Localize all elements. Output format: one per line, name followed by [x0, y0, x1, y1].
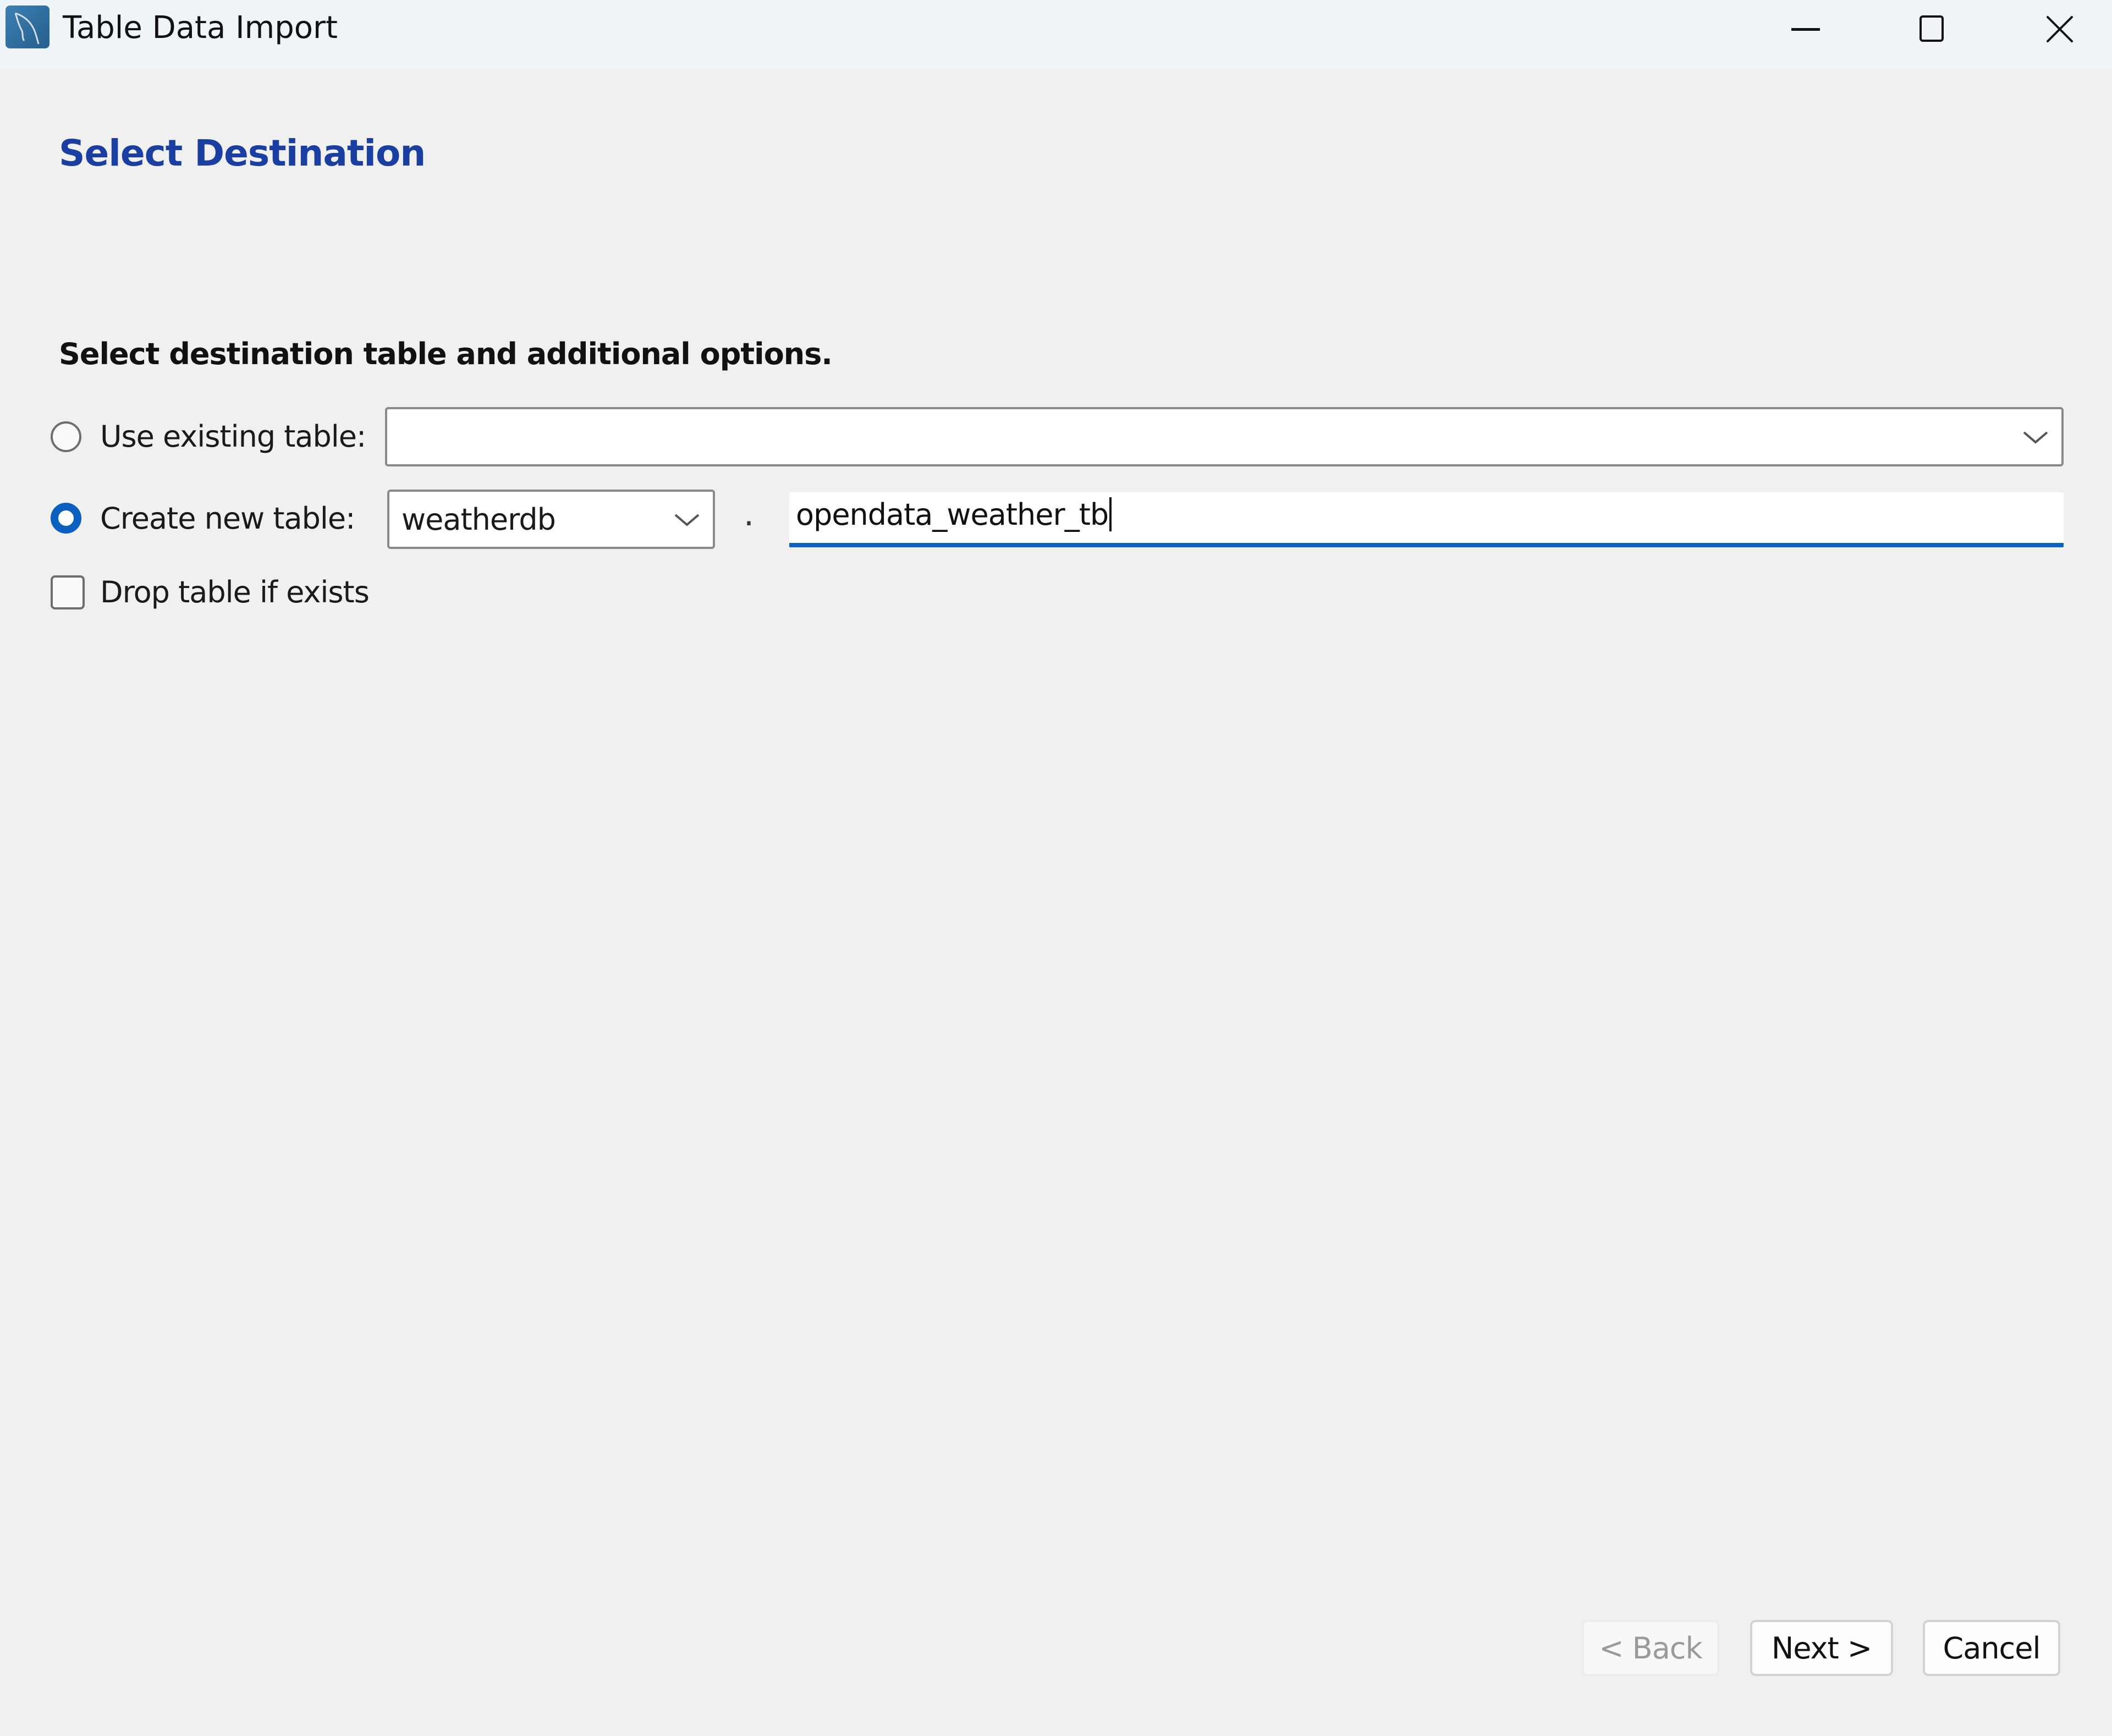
close-button[interactable]: [1997, 0, 2112, 58]
new-table-name-input[interactable]: opendata_weather_tb: [789, 492, 2064, 547]
schema-table-separator: .: [744, 495, 755, 534]
window-title: Table Data Import: [63, 10, 338, 46]
page-heading: Select Destination: [59, 132, 426, 174]
mysql-dolphin-icon: [6, 6, 50, 48]
page-subheading: Select destination table and additional …: [59, 337, 833, 371]
minimize-button[interactable]: [1744, 0, 1870, 58]
chevron-down-icon: [2023, 431, 2048, 444]
back-button[interactable]: < Back: [1582, 1620, 1719, 1676]
text-caret: [1109, 497, 1112, 531]
next-button[interactable]: Next >: [1750, 1620, 1893, 1676]
cancel-button[interactable]: Cancel: [1923, 1620, 2060, 1676]
title-bar: Table Data Import: [0, 0, 2112, 69]
maximize-icon: [1920, 15, 1944, 42]
schema-value: weatherdb: [402, 502, 556, 537]
existing-table-combobox[interactable]: [385, 407, 2064, 466]
maximize-button[interactable]: [1870, 0, 1997, 58]
drop-table-checkbox[interactable]: [51, 575, 85, 609]
use-existing-table-radio[interactable]: [51, 421, 81, 452]
create-new-table-label[interactable]: Create new table:: [100, 499, 355, 538]
create-new-table-radio[interactable]: [51, 503, 81, 534]
use-existing-table-label[interactable]: Use existing table:: [100, 417, 366, 456]
new-table-name-value: opendata_weather_tb: [796, 497, 1109, 532]
drop-table-label[interactable]: Drop table if exists: [100, 573, 370, 612]
schema-combobox[interactable]: weatherdb: [387, 490, 715, 549]
chevron-down-icon: [674, 514, 700, 526]
minimize-icon: [1791, 28, 1820, 31]
close-icon: [2047, 15, 2073, 42]
